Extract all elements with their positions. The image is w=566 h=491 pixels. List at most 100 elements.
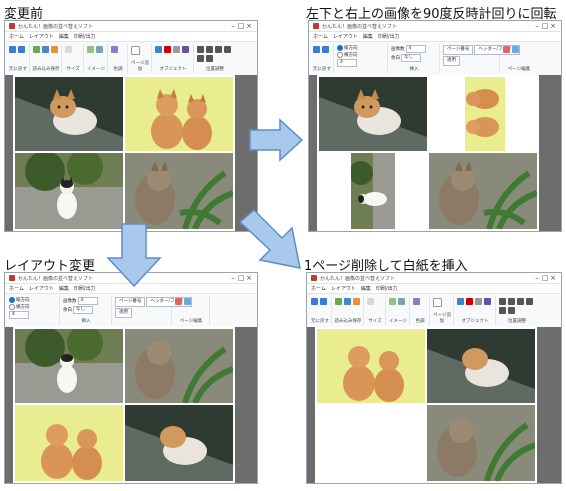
redo-icon[interactable] bbox=[320, 298, 327, 305]
pen-icon[interactable] bbox=[457, 298, 464, 305]
radio-vertical[interactable] bbox=[9, 297, 15, 303]
size-icon[interactable] bbox=[65, 46, 72, 53]
photo-cat-tabby-white[interactable] bbox=[15, 77, 123, 151]
pen-icon[interactable] bbox=[155, 46, 162, 53]
color-icon[interactable] bbox=[111, 46, 118, 53]
photo-cat-with-plants[interactable] bbox=[427, 405, 535, 481]
photo-cat-tabby-white[interactable] bbox=[319, 77, 427, 151]
page-number-button[interactable]: ページ番号 bbox=[115, 297, 146, 307]
close-icon[interactable]: × bbox=[549, 21, 557, 31]
menu-layout[interactable]: レイアウト bbox=[331, 285, 356, 292]
menu-layout[interactable]: レイアウト bbox=[29, 285, 54, 292]
shape-icon[interactable] bbox=[173, 46, 180, 53]
color-icon[interactable] bbox=[413, 298, 420, 305]
menu-layout[interactable]: レイアウト bbox=[29, 33, 54, 40]
count-dropdown[interactable]: 4 bbox=[9, 311, 29, 319]
menu-home[interactable]: ホーム bbox=[9, 285, 24, 292]
align-middle-icon[interactable] bbox=[197, 55, 204, 62]
align-bottom-icon[interactable] bbox=[508, 307, 515, 314]
margin-dropdown[interactable]: なし bbox=[73, 306, 93, 314]
save-icon[interactable] bbox=[42, 46, 49, 53]
photo-cat-with-plants[interactable] bbox=[429, 153, 537, 229]
close-icon[interactable]: × bbox=[549, 273, 557, 283]
export-icon[interactable] bbox=[51, 46, 58, 53]
open-icon[interactable] bbox=[33, 46, 40, 53]
align-left-icon[interactable] bbox=[197, 46, 204, 53]
photo-two-kittens-rotated[interactable] bbox=[465, 77, 505, 151]
close-icon[interactable]: × bbox=[245, 273, 253, 283]
align-right-icon[interactable] bbox=[517, 298, 524, 305]
photo-two-kittens[interactable] bbox=[15, 405, 123, 481]
menu-print[interactable]: 印刷/出力 bbox=[74, 285, 96, 292]
export-icon[interactable] bbox=[353, 298, 360, 305]
page-add-icon[interactable] bbox=[433, 298, 442, 307]
photo-black-white-cat[interactable] bbox=[15, 153, 123, 229]
undo-icon[interactable] bbox=[311, 298, 318, 305]
menu-layout[interactable]: レイアウト bbox=[333, 33, 358, 40]
crop-icon[interactable] bbox=[96, 46, 103, 53]
apply-button[interactable]: 適用 bbox=[115, 308, 132, 318]
maximize-icon[interactable]: □ bbox=[237, 273, 245, 283]
photo-black-white-cat[interactable] bbox=[15, 329, 123, 403]
insert-page-icon[interactable] bbox=[184, 298, 191, 305]
minimize-icon[interactable]: – bbox=[533, 273, 541, 283]
line-icon[interactable] bbox=[484, 298, 491, 305]
margin-dropdown[interactable]: なし bbox=[401, 54, 421, 62]
line-icon[interactable] bbox=[182, 46, 189, 53]
shape-icon[interactable] bbox=[475, 298, 482, 305]
menu-print[interactable]: 印刷/出力 bbox=[74, 33, 96, 40]
redo-icon[interactable] bbox=[322, 46, 329, 53]
photo-two-kittens[interactable] bbox=[317, 329, 425, 403]
photo-cat-tabby-white[interactable] bbox=[125, 405, 233, 481]
count-dropdown[interactable]: 4 bbox=[337, 59, 357, 67]
maximize-icon[interactable]: □ bbox=[541, 273, 549, 283]
crop-icon[interactable] bbox=[398, 298, 405, 305]
delete-page-icon[interactable] bbox=[503, 46, 510, 53]
photo-cat-tabby-white[interactable] bbox=[427, 329, 535, 403]
align-top-icon[interactable] bbox=[224, 46, 231, 53]
maximize-icon[interactable]: □ bbox=[237, 21, 245, 31]
menu-edit[interactable]: 編集 bbox=[59, 33, 69, 40]
page-add-icon[interactable] bbox=[131, 46, 140, 55]
delete-page-icon[interactable] bbox=[175, 298, 182, 305]
menu-edit[interactable]: 編集 bbox=[59, 285, 69, 292]
image-icon[interactable] bbox=[389, 298, 396, 305]
align-center-icon[interactable] bbox=[206, 46, 213, 53]
menu-print[interactable]: 印刷/出力 bbox=[376, 285, 398, 292]
menu-home[interactable]: ホーム bbox=[313, 33, 328, 40]
page-1[interactable] bbox=[315, 327, 537, 483]
close-icon[interactable]: × bbox=[245, 21, 253, 31]
size-icon[interactable] bbox=[367, 298, 374, 305]
photo-black-white-cat-rotated[interactable] bbox=[351, 153, 395, 229]
align-bottom-icon[interactable] bbox=[206, 55, 213, 62]
align-center-icon[interactable] bbox=[508, 298, 515, 305]
page-1[interactable] bbox=[317, 75, 539, 231]
radio-horizontal[interactable] bbox=[9, 304, 15, 310]
save-icon[interactable] bbox=[344, 298, 351, 305]
maximize-icon[interactable]: □ bbox=[541, 21, 549, 31]
page-1[interactable] bbox=[13, 327, 235, 483]
align-middle-icon[interactable] bbox=[499, 307, 506, 314]
align-left-icon[interactable] bbox=[499, 298, 506, 305]
open-icon[interactable] bbox=[335, 298, 342, 305]
menu-home[interactable]: ホーム bbox=[9, 33, 24, 40]
menu-home[interactable]: ホーム bbox=[311, 285, 326, 292]
photo-cat-with-plants[interactable] bbox=[125, 153, 233, 229]
minimize-icon[interactable]: – bbox=[229, 273, 237, 283]
insert-page-icon[interactable] bbox=[512, 46, 519, 53]
undo-icon[interactable] bbox=[313, 46, 320, 53]
menu-edit[interactable]: 編集 bbox=[363, 33, 373, 40]
redo-icon[interactable] bbox=[18, 46, 25, 53]
photo-cat-with-plants[interactable] bbox=[125, 329, 233, 403]
blank-page-slot[interactable] bbox=[317, 405, 425, 481]
align-right-icon[interactable] bbox=[215, 46, 222, 53]
page-1[interactable] bbox=[13, 75, 235, 231]
page-number-button[interactable]: ページ番号 bbox=[443, 45, 474, 55]
radio-vertical[interactable] bbox=[337, 45, 343, 51]
image-icon[interactable] bbox=[87, 46, 94, 53]
minimize-icon[interactable]: – bbox=[533, 21, 541, 31]
menu-edit[interactable]: 編集 bbox=[361, 285, 371, 292]
image-count-dropdown[interactable]: 4 bbox=[405, 45, 426, 53]
apply-button[interactable]: 適用 bbox=[443, 56, 460, 66]
photo-two-kittens[interactable] bbox=[125, 77, 233, 151]
